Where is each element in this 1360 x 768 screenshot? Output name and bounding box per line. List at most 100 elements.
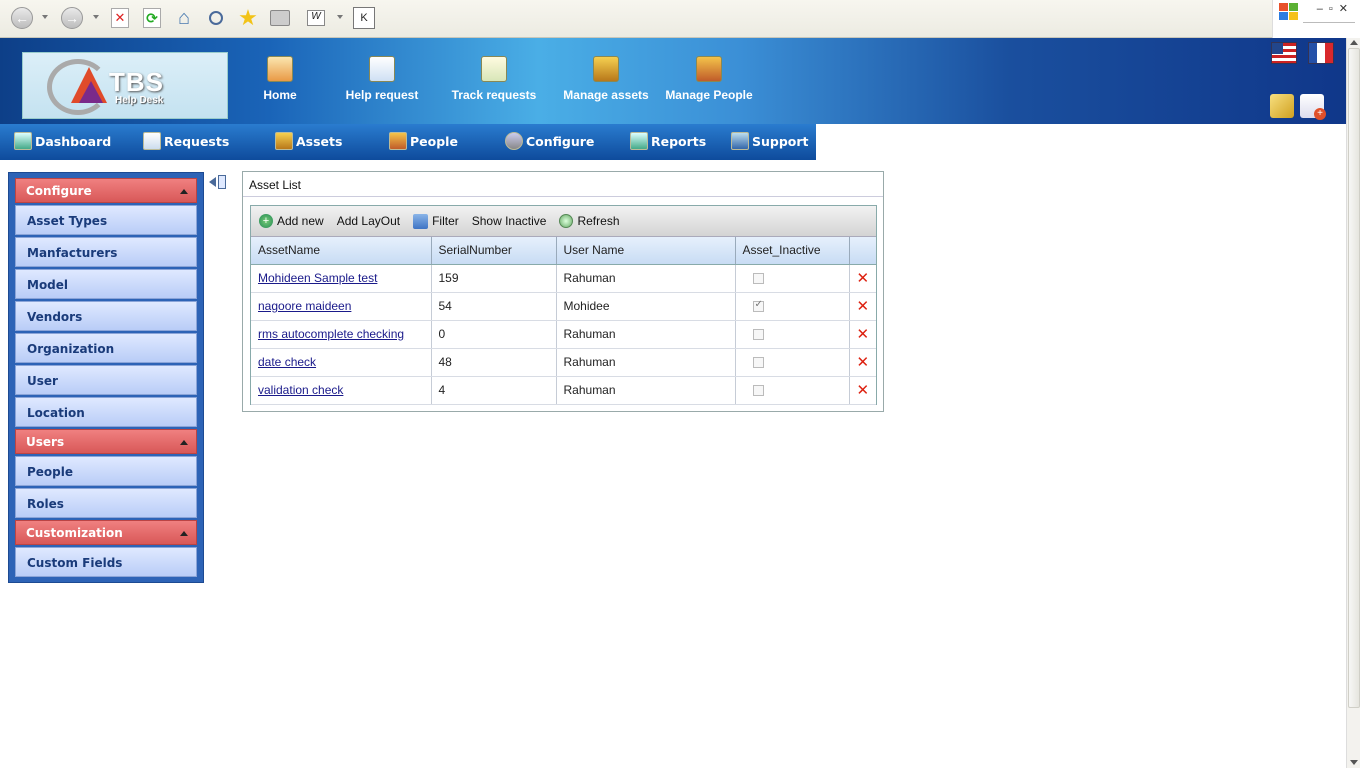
menu-label: Requests bbox=[164, 133, 230, 149]
top-nav-manage-assets[interactable]: Manage assets bbox=[562, 56, 650, 102]
inactive-checkbox[interactable] bbox=[752, 384, 764, 396]
delete-icon[interactable]: ✕ bbox=[849, 320, 876, 349]
menu-label: Dashboard bbox=[35, 133, 112, 149]
scroll-thumb[interactable] bbox=[1348, 48, 1360, 708]
sidebar-item-organization[interactable]: Organization bbox=[15, 333, 197, 363]
table-row: validation check 4 Rahuman ✕ bbox=[251, 376, 876, 405]
asset-name-link[interactable]: Mohideen Sample test bbox=[258, 271, 377, 285]
sidebar-section-users[interactable]: Users bbox=[15, 429, 197, 454]
delete-icon[interactable]: ✕ bbox=[849, 376, 876, 405]
inactive-checkbox[interactable] bbox=[752, 356, 764, 368]
manage-assets-icon bbox=[593, 56, 619, 82]
cell-serial: 48 bbox=[431, 348, 557, 377]
home-icon[interactable]: ⌂ bbox=[172, 6, 196, 30]
sidebar-item-asset-types[interactable]: Asset Types bbox=[15, 205, 197, 235]
sidebar-item-custom-fields[interactable]: Custom Fields bbox=[15, 547, 197, 577]
menu-label: Reports bbox=[651, 133, 707, 149]
close-icon[interactable]: ✕ bbox=[1339, 3, 1354, 15]
add-new-button[interactable]: + Add new bbox=[259, 214, 324, 228]
collapse-caret-icon[interactable] bbox=[180, 440, 188, 445]
print-icon[interactable] bbox=[268, 6, 292, 30]
vertical-scrollbar[interactable] bbox=[1346, 38, 1360, 768]
delete-icon[interactable]: ✕ bbox=[849, 264, 876, 293]
column-header-username[interactable]: User Name bbox=[556, 237, 736, 265]
inactive-checkbox[interactable] bbox=[752, 272, 764, 284]
asset-name-link[interactable]: nagoore maideen bbox=[258, 299, 351, 313]
refresh-button[interactable]: Refresh bbox=[559, 214, 620, 228]
favorites-icon[interactable]: ★ bbox=[236, 5, 260, 30]
sidebar-item-manfacturers[interactable]: Manfacturers bbox=[15, 237, 197, 267]
delete-icon[interactable]: ✕ bbox=[849, 348, 876, 377]
menu-assets[interactable]: Assets bbox=[275, 132, 342, 150]
menu-reports[interactable]: Reports bbox=[630, 132, 706, 150]
key-icon[interactable] bbox=[1270, 94, 1294, 118]
search-icon[interactable] bbox=[204, 6, 228, 30]
forward-icon[interactable]: → bbox=[60, 6, 84, 30]
column-header-serialnumber[interactable]: SerialNumber bbox=[431, 237, 557, 265]
support-icon bbox=[731, 132, 749, 150]
cell-asset-name: validation check bbox=[251, 376, 432, 405]
sidebar-section-customization[interactable]: Customization bbox=[15, 520, 197, 545]
top-nav-help-request[interactable]: Help request bbox=[344, 56, 420, 102]
menu-support[interactable]: Support bbox=[731, 132, 809, 150]
column-header-actions bbox=[849, 237, 876, 265]
inactive-checkbox[interactable] bbox=[752, 328, 764, 340]
windows-logo-icon bbox=[1279, 3, 1299, 21]
collapse-caret-icon[interactable] bbox=[180, 189, 188, 194]
cell-inactive bbox=[735, 292, 850, 321]
back-icon[interactable]: ← bbox=[10, 6, 34, 30]
restore-icon[interactable]: ▫ bbox=[1329, 3, 1339, 15]
k-button[interactable]: K bbox=[352, 6, 376, 30]
collapse-sidebar-icon[interactable] bbox=[208, 174, 228, 190]
show-inactive-button[interactable]: Show Inactive bbox=[472, 214, 547, 228]
sidebar-item-people[interactable]: People bbox=[15, 456, 197, 486]
add-user-icon[interactable]: + bbox=[1300, 94, 1326, 120]
back-dropdown-icon[interactable] bbox=[42, 15, 48, 19]
filter-button[interactable]: Filter bbox=[413, 213, 459, 229]
english-flag-icon[interactable] bbox=[1271, 42, 1297, 64]
people-icon bbox=[389, 132, 407, 150]
minimize-icon[interactable]: – bbox=[1317, 3, 1329, 15]
cell-asset-name: nagoore maideen bbox=[251, 292, 432, 321]
sidebar-section-title: Configure bbox=[26, 184, 92, 198]
sidebar-item-model[interactable]: Model bbox=[15, 269, 197, 299]
sidebar-item-roles[interactable]: Roles bbox=[15, 488, 197, 518]
menu-people[interactable]: People bbox=[389, 132, 458, 150]
word-dropdown-icon[interactable] bbox=[337, 15, 343, 19]
asset-name-link[interactable]: rms autocomplete checking bbox=[258, 327, 404, 341]
column-header-asset-inactive[interactable]: Asset_Inactive bbox=[735, 237, 850, 265]
home-icon bbox=[267, 56, 293, 82]
top-nav-manage-people[interactable]: Manage People bbox=[664, 56, 754, 102]
collapse-caret-icon[interactable] bbox=[180, 531, 188, 536]
top-nav-track-requests[interactable]: Track requests bbox=[450, 56, 538, 102]
table-row: date check 48 Rahuman ✕ bbox=[251, 348, 876, 377]
scroll-up-icon[interactable] bbox=[1350, 40, 1358, 45]
sidebar-section-title: Customization bbox=[26, 526, 123, 540]
sidebar-section-configure[interactable]: Configure bbox=[15, 178, 197, 203]
french-flag-icon[interactable] bbox=[1308, 42, 1334, 64]
forward-dropdown-icon[interactable] bbox=[93, 15, 99, 19]
asset-name-link[interactable]: validation check bbox=[258, 383, 343, 397]
column-header-assetname[interactable]: AssetName bbox=[251, 237, 432, 265]
window-buttons: –▫✕ bbox=[1317, 2, 1354, 15]
menu-requests[interactable]: Requests bbox=[143, 132, 229, 150]
menu-configure[interactable]: Configure bbox=[505, 132, 594, 150]
scroll-down-icon[interactable] bbox=[1350, 760, 1358, 765]
inactive-checkbox[interactable] bbox=[752, 299, 764, 312]
progress-line bbox=[1303, 22, 1355, 23]
add-layout-button[interactable]: Add LayOut bbox=[337, 214, 400, 228]
stop-icon[interactable]: ✕ bbox=[108, 6, 132, 30]
track-requests-icon bbox=[481, 56, 507, 82]
sidebar-item-location[interactable]: Location bbox=[15, 397, 197, 427]
cell-inactive bbox=[735, 320, 850, 349]
logo[interactable]: TBS Help Desk bbox=[22, 52, 228, 119]
delete-icon[interactable]: ✕ bbox=[849, 292, 876, 321]
sidebar-item-user[interactable]: User bbox=[15, 365, 197, 395]
word-icon[interactable]: W bbox=[304, 6, 328, 30]
sidebar-item-vendors[interactable]: Vendors bbox=[15, 301, 197, 331]
refresh-icon[interactable]: ⟳ bbox=[140, 6, 164, 30]
asset-name-link[interactable]: date check bbox=[258, 355, 316, 369]
refresh-label: Refresh bbox=[577, 214, 620, 228]
top-nav-home[interactable]: Home bbox=[262, 56, 298, 102]
menu-dashboard[interactable]: Dashboard bbox=[14, 132, 111, 150]
